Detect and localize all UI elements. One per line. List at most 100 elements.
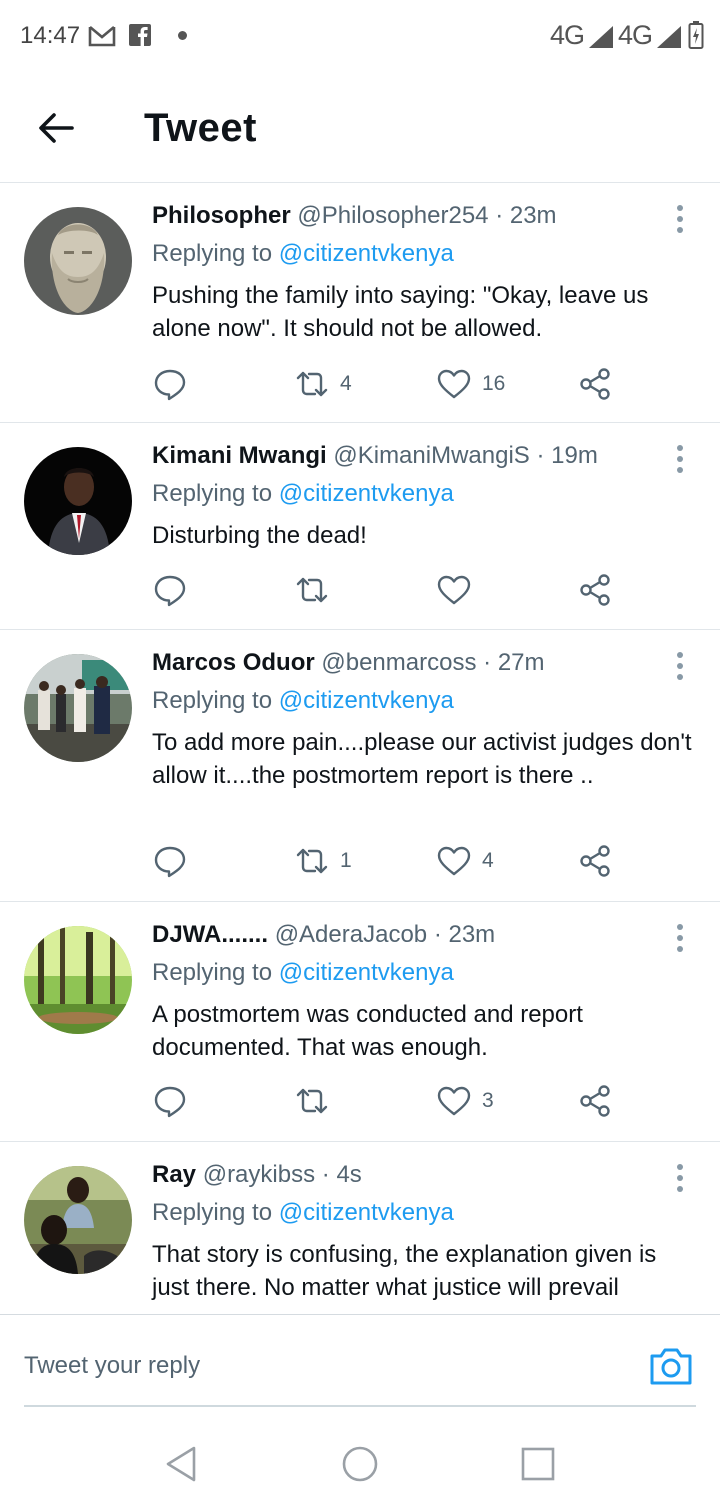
heart-icon: [437, 846, 471, 876]
tweet-item[interactable]: Kimani Mwangi @KimaniMwangiS · 19m Reply…: [0, 424, 720, 630]
system-nav-bar: [0, 1420, 720, 1512]
reply-icon: [154, 575, 186, 607]
retweet-icon: [296, 577, 328, 603]
home-circle-icon[interactable]: [338, 1442, 382, 1486]
avatar[interactable]: [24, 654, 132, 762]
retweet-count: 4: [340, 372, 352, 395]
replying-to: Replying to @citizentvkenya: [152, 480, 454, 508]
replying-to: Replying to @citizentvkenya: [152, 959, 454, 987]
tweet-meta: Marcos Oduor @benmarcoss · 27m: [152, 649, 545, 677]
tweet-time: 27m: [497, 649, 545, 676]
battery-icon: [688, 21, 704, 49]
user-name[interactable]: Philosopher: [152, 202, 291, 229]
meta-separator: ·: [495, 202, 504, 229]
more-vertical-icon[interactable]: [668, 923, 692, 953]
more-vertical-icon[interactable]: [668, 444, 692, 474]
tweet-text: To add more pain....please our activist …: [152, 729, 692, 789]
like-button[interactable]: 4: [436, 841, 494, 881]
facebook-icon: [129, 24, 151, 46]
network-type-1: 4G: [550, 20, 585, 50]
meta-separator: ·: [433, 921, 442, 948]
user-name[interactable]: DJWA.......: [152, 921, 268, 948]
avatar[interactable]: [24, 1166, 132, 1274]
avatar[interactable]: [24, 926, 132, 1034]
share-icon: [580, 1085, 610, 1117]
reply-button[interactable]: [152, 364, 188, 404]
reply-button[interactable]: [152, 1081, 188, 1121]
retweet-button[interactable]: 1: [294, 841, 352, 881]
notification-dot: [178, 31, 187, 40]
tweet-item[interactable]: Philosopher @Philosopher254 · 23m Replyi…: [0, 184, 720, 423]
retweet-icon: [296, 371, 328, 397]
more-vertical-icon[interactable]: [668, 1163, 692, 1193]
mention-link[interactable]: @citizentvkenya: [279, 240, 454, 267]
tweet-time: 23m: [509, 202, 557, 229]
reply-button[interactable]: [152, 570, 188, 610]
avatar[interactable]: [24, 447, 132, 555]
more-vertical-icon[interactable]: [668, 651, 692, 681]
user-name[interactable]: Marcos Oduor: [152, 649, 315, 676]
replying-prefix: Replying to: [152, 687, 273, 714]
meta-separator: ·: [536, 442, 545, 469]
tweet-time: 19m: [551, 442, 598, 469]
mention-link[interactable]: @citizentvkenya: [279, 959, 454, 986]
tweet-item[interactable]: Marcos Oduor @benmarcoss · 27m Replying …: [0, 631, 720, 902]
reply-input-underline: [24, 1405, 696, 1407]
tweet-text: Pushing the family into saying: "Okay, l…: [152, 282, 649, 342]
user-handle[interactable]: @KimaniMwangiS: [333, 442, 529, 469]
share-button[interactable]: [578, 570, 614, 610]
like-count: 4: [482, 849, 494, 872]
replying-to: Replying to @citizentvkenya: [152, 240, 454, 268]
reply-composer[interactable]: Tweet your reply: [0, 1314, 720, 1407]
share-icon: [580, 574, 610, 606]
retweet-button[interactable]: 4: [294, 364, 352, 404]
back-triangle-icon[interactable]: [160, 1442, 204, 1486]
like-button[interactable]: [436, 570, 482, 610]
replying-to: Replying to @citizentvkenya: [152, 1199, 454, 1227]
retweet-button[interactable]: [294, 1081, 340, 1121]
tweet-time: 4s: [336, 1161, 362, 1188]
camera-icon[interactable]: [648, 1345, 694, 1387]
tweet-meta: Philosopher @Philosopher254 · 23m: [152, 202, 557, 230]
arrow-left-icon[interactable]: [30, 102, 82, 154]
share-button[interactable]: [578, 364, 614, 404]
user-handle[interactable]: @AderaJacob: [275, 921, 427, 948]
status-time: 14:47: [20, 22, 81, 49]
user-name[interactable]: Ray: [152, 1161, 196, 1188]
mention-link[interactable]: @citizentvkenya: [279, 687, 454, 714]
share-button[interactable]: [578, 1081, 614, 1121]
like-button[interactable]: 16: [436, 364, 505, 404]
tweet-text: That story is confusing, the explanation…: [152, 1241, 657, 1301]
signal-icon: [589, 26, 613, 48]
user-handle[interactable]: @benmarcoss: [321, 649, 476, 676]
tweet-item[interactable]: Ray @raykibss · 4s Replying to @citizent…: [0, 1143, 720, 1314]
more-vertical-icon[interactable]: [668, 204, 692, 234]
heart-icon: [437, 369, 471, 399]
share-button[interactable]: [578, 841, 614, 881]
like-button[interactable]: 3: [436, 1081, 494, 1121]
user-handle[interactable]: @raykibss: [203, 1161, 315, 1188]
retweet-icon: [296, 848, 328, 874]
top-app-bar: Tweet: [0, 72, 720, 183]
meta-separator: ·: [321, 1161, 330, 1188]
user-handle[interactable]: @Philosopher254: [297, 202, 488, 229]
page-title: Tweet: [144, 106, 257, 150]
tweet-actions: [152, 570, 632, 610]
retweet-button[interactable]: [294, 570, 340, 610]
tweet-text: Disturbing the dead!: [152, 522, 367, 549]
reply-button[interactable]: [152, 841, 188, 881]
gmail-icon: [88, 26, 116, 47]
recents-square-icon[interactable]: [516, 1442, 560, 1486]
reply-icon: [154, 369, 186, 401]
network-type-2: 4G: [618, 20, 653, 50]
meta-separator: ·: [483, 649, 492, 676]
avatar[interactable]: [24, 207, 132, 315]
user-name[interactable]: Kimani Mwangi: [152, 442, 327, 469]
reply-input[interactable]: Tweet your reply: [24, 1352, 200, 1380]
tweet-item[interactable]: DJWA....... @AderaJacob · 23m Replying t…: [0, 903, 720, 1142]
share-icon: [580, 845, 610, 877]
replying-to: Replying to @citizentvkenya: [152, 687, 454, 715]
mention-link[interactable]: @citizentvkenya: [279, 480, 454, 507]
tweet-time: 23m: [448, 921, 496, 948]
mention-link[interactable]: @citizentvkenya: [279, 1199, 454, 1226]
